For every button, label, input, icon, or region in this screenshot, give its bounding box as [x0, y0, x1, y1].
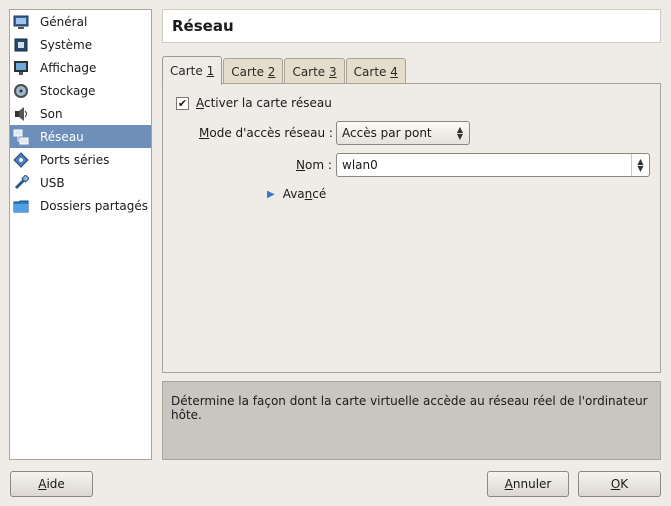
tab-mnemonic: 2 — [267, 64, 276, 79]
interface-name-row: Nom : wlan0 ▲ ▼ — [296, 153, 650, 177]
tab-label: Carte — [231, 64, 268, 79]
cancel-button[interactable]: Annuler — [487, 471, 569, 497]
enable-adapter-label: Activer la carte réseau — [196, 96, 332, 110]
attachment-mode-value: Accès par pont — [342, 126, 432, 140]
attachment-mode-select[interactable]: Accès par pont ▲ ▼ — [336, 121, 470, 145]
enable-adapter-text: ctiver la carte réseau — [204, 96, 332, 110]
sidebar-item-label: Ports séries — [40, 152, 110, 167]
monitor-icon — [13, 14, 29, 30]
tab-mnemonic: 4 — [390, 64, 398, 79]
folder-icon — [13, 198, 29, 214]
serial-port-icon — [13, 151, 29, 168]
sidebar-item-label: Système — [40, 37, 93, 52]
sidebar-item-shared-folders[interactable]: Dossiers partagés — [10, 194, 151, 217]
interface-name-value: wlan0 — [342, 158, 378, 172]
cancel-text: nnuler — [512, 477, 552, 491]
attachment-mode-label: Mode d'accès réseau : — [199, 126, 336, 140]
sidebar-item-label: Affichage — [40, 60, 97, 75]
tab-adapter-2[interactable]: Carte 2 — [223, 58, 284, 84]
adapter-panel: ✔ Activer la carte réseau Mode d'accès r… — [162, 83, 661, 373]
expand-arrow-icon: ▶ — [267, 188, 275, 200]
description-panel: Détermine la façon dont la carte virtuel… — [162, 381, 661, 460]
enable-adapter-mnemonic: A — [196, 96, 204, 110]
tab-label: Carte — [292, 64, 330, 79]
display-icon — [13, 60, 29, 76]
tab-adapter-4[interactable]: Carte 4 — [345, 58, 406, 84]
help-mnemonic: A — [38, 477, 47, 491]
interface-name-label: Nom : — [296, 158, 336, 172]
tab-adapter-3[interactable]: Carte 3 — [284, 58, 345, 84]
tab-mnemonic: 1 — [206, 64, 215, 78]
advanced-label: Avancé — [283, 187, 327, 201]
ok-text: K — [620, 477, 629, 491]
sidebar-item-general[interactable]: Général — [10, 10, 151, 33]
sidebar-item-usb[interactable]: USB — [10, 171, 151, 194]
network-icon — [13, 129, 29, 145]
sidebar-item-label: Réseau — [40, 129, 84, 144]
help-text: ide — [46, 477, 65, 491]
enable-adapter-checkbox[interactable]: ✔ — [176, 96, 189, 110]
attachment-mode-mnemonic: M — [199, 126, 210, 140]
disk-icon — [13, 83, 29, 99]
ok-mnemonic: O — [610, 477, 621, 491]
sidebar-item-label: Stockage — [40, 83, 96, 98]
sidebar-item-label: Général — [40, 14, 88, 29]
attachment-mode-text: ode d'accès réseau : — [209, 126, 333, 140]
description-text: Détermine la façon dont la carte virtuel… — [171, 394, 648, 422]
sidebar-item-network[interactable]: Réseau — [10, 125, 151, 148]
tab-mnemonic: 3 — [329, 64, 337, 79]
chip-icon — [13, 37, 29, 53]
page-title-text: Réseau — [172, 17, 234, 35]
tab-label: Carte — [170, 64, 207, 78]
help-button[interactable]: Aide — [10, 471, 93, 497]
page-title: Réseau — [162, 9, 661, 43]
sidebar-item-label: Dossiers partagés — [40, 198, 149, 213]
sidebar-item-display[interactable]: Affichage — [10, 56, 151, 79]
interface-name-mnemonic: N — [296, 158, 305, 172]
speaker-icon — [13, 106, 29, 122]
sidebar-item-sound[interactable]: Son — [10, 102, 151, 125]
sidebar-item-storage[interactable]: Stockage — [10, 79, 151, 102]
settings-sidebar: Général Système Affichage Stockage Son R… — [9, 9, 152, 460]
combo-arrows-icon: ▲ ▼ — [631, 154, 649, 176]
enable-adapter-row: ✔ Activer la carte réseau — [176, 96, 332, 110]
tab-adapter-1[interactable]: Carte 1 — [162, 56, 223, 85]
advanced-text-start: Ava — [282, 187, 305, 201]
advanced-expander[interactable]: ▶ Avancé — [267, 187, 326, 201]
sidebar-item-label: USB — [40, 175, 65, 190]
combo-arrows-icon: ▲ ▼ — [456, 125, 463, 141]
cancel-mnemonic: A — [504, 477, 513, 491]
sidebar-item-serial-ports[interactable]: Ports séries — [10, 148, 151, 171]
ok-button[interactable]: OK — [578, 471, 661, 497]
interface-name-text: om : — [304, 158, 332, 172]
interface-name-combo[interactable]: wlan0 ▲ ▼ — [336, 153, 650, 177]
tab-label: Carte — [353, 64, 391, 79]
attachment-mode-row: Mode d'accès réseau : Accès par pont ▲ ▼ — [199, 121, 470, 145]
usb-icon — [13, 174, 29, 191]
sidebar-item-label: Son — [40, 106, 63, 121]
sidebar-item-system[interactable]: Système — [10, 33, 151, 56]
adapter-tabs: Carte 1 Carte 2 Carte 3 Carte 4 — [162, 55, 407, 85]
advanced-text-end: cé — [312, 187, 327, 201]
